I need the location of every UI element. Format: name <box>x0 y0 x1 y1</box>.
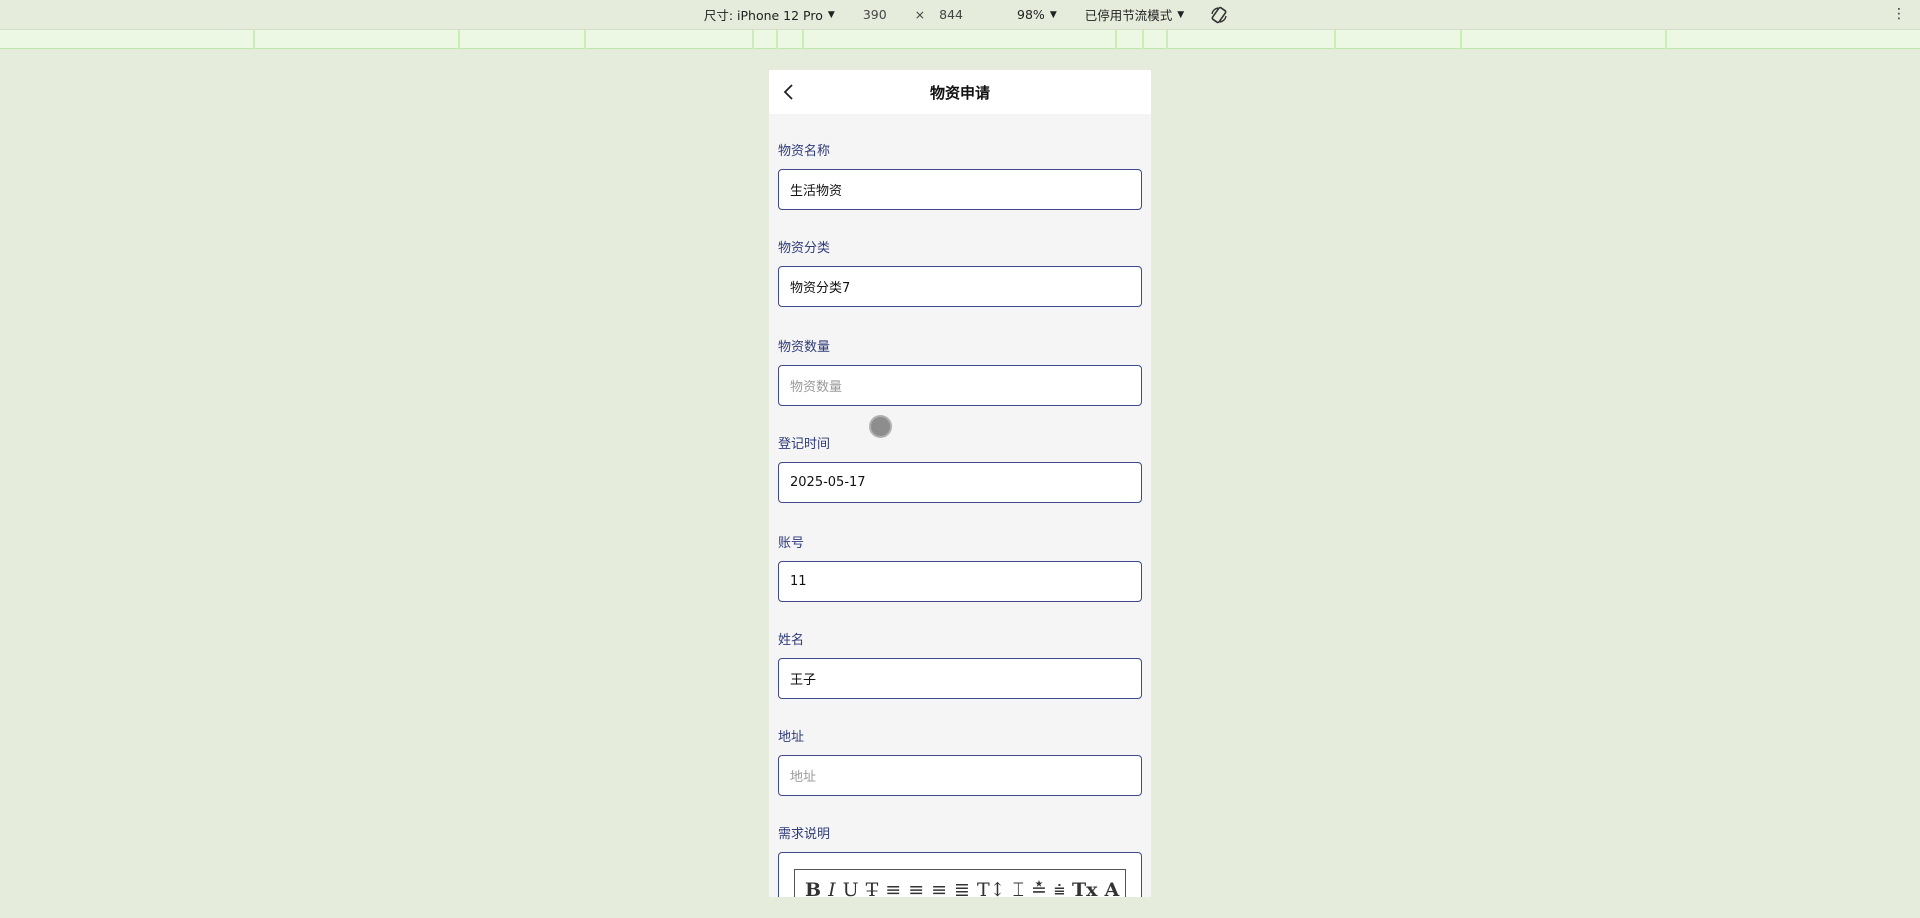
ruler-tick[interactable] <box>1166 30 1168 49</box>
ruler-tick[interactable] <box>1665 30 1667 49</box>
media-query-ruler <box>0 30 1920 49</box>
ruler-tick[interactable] <box>1142 30 1144 49</box>
caret-down-icon: ▼ <box>827 9 835 20</box>
touch-cursor-indicator <box>869 415 892 438</box>
toolbar-underline-button[interactable]: U <box>843 880 859 898</box>
field-label: 需求说明 <box>778 827 831 842</box>
toolbar-align-center-button[interactable]: ≡ <box>908 880 924 898</box>
toolbar-spacing-button[interactable]: ⩧ <box>1054 880 1065 898</box>
ruler-tick[interactable] <box>458 30 460 49</box>
material-quantity-input[interactable]: 物资数量 <box>778 365 1142 406</box>
back-button[interactable] <box>779 82 799 102</box>
field-label: 账号 <box>778 536 805 551</box>
device-select[interactable]: 尺寸: iPhone 12 Pro ▼ <box>704 5 835 24</box>
toolbar-align-right-button[interactable]: ≡ <box>931 880 947 898</box>
material-category-select[interactable]: 物资分类7 <box>778 266 1142 307</box>
toolbar-bold-button[interactable]: B <box>805 880 821 898</box>
field-label: 登记时间 <box>778 437 831 452</box>
viewport-width-input[interactable]: 390 <box>863 7 887 22</box>
toolbar-align-justify-button[interactable]: ≣ <box>954 880 970 898</box>
caret-down-icon: ▼ <box>1049 9 1057 20</box>
register-date-input[interactable]: 2025-05-17 <box>778 462 1142 503</box>
ruler-tick[interactable] <box>1115 30 1117 49</box>
material-name-input[interactable]: 生活物资 <box>778 169 1142 210</box>
throttle-label: 已停用节流模式 <box>1084 8 1173 23</box>
editor-toolbar: B I U T̶ ≡ ≡ ≡ ≣ T↕ ⌶ ≛ ⩧ Tx A <box>794 869 1126 897</box>
more-options-icon[interactable]: ⋮ <box>1892 6 1906 22</box>
ruler-tick[interactable] <box>253 30 255 49</box>
navbar: 物资申请 <box>769 70 1151 114</box>
caret-down-icon: ▼ <box>1177 9 1185 20</box>
devtools-device-toolbar: 尺寸: iPhone 12 Pro ▼ 390 × 844 98% ▼ 已停用节… <box>0 0 1920 30</box>
address-input[interactable]: 地址 <box>778 755 1142 796</box>
zoom-select[interactable]: 98% ▼ <box>1017 7 1057 22</box>
ruler-tick[interactable] <box>776 30 778 49</box>
ruler-tick[interactable] <box>752 30 754 49</box>
device-label: 尺寸: iPhone 12 Pro <box>703 8 823 23</box>
rotate-icon[interactable] <box>1208 4 1230 26</box>
throttle-select[interactable]: 已停用节流模式 ▼ <box>1085 5 1184 24</box>
ruler-tick[interactable] <box>802 30 804 49</box>
toolbar-font-color-button[interactable]: A <box>1104 880 1119 898</box>
ruler-tick[interactable] <box>1334 30 1336 49</box>
viewport-height-input[interactable]: 844 <box>939 7 963 22</box>
dimension-separator: × <box>914 7 926 22</box>
zoom-label: 98% <box>1017 7 1045 22</box>
field-label: 地址 <box>778 730 805 745</box>
toolbar-italic-button[interactable]: I <box>828 880 836 898</box>
ruler-tick[interactable] <box>1460 30 1462 49</box>
name-input[interactable]: 王子 <box>778 658 1142 699</box>
chevron-left-icon <box>783 84 793 100</box>
toolbar-font-size-button[interactable]: T↕ <box>977 880 1006 898</box>
field-label: 物资名称 <box>778 144 831 159</box>
field-label: 物资分类 <box>778 241 831 256</box>
toolbar-strikethrough-button[interactable]: T̶ <box>866 880 879 898</box>
toolbar-clear-format-button[interactable]: Tx <box>1072 880 1097 898</box>
toolbar-indent-button[interactable]: ≛ <box>1031 880 1047 898</box>
toolbar-line-height-button[interactable]: ⌶ <box>1013 880 1024 898</box>
page-title: 物资申请 <box>929 83 990 102</box>
account-input[interactable]: 11 <box>778 561 1142 602</box>
ruler-tick[interactable] <box>584 30 586 49</box>
requirement-editor[interactable]: B I U T̶ ≡ ≡ ≡ ≣ T↕ ⌶ ≛ ⩧ Tx A <box>778 852 1142 897</box>
toolbar-align-left-button[interactable]: ≡ <box>885 880 901 898</box>
field-label: 姓名 <box>778 633 805 648</box>
field-label: 物资数量 <box>778 340 831 355</box>
phone-viewport: 物资申请 物资名称 生活物资 物资分类 物资分类7 物资数量 物资数量 登记时间… <box>769 70 1151 897</box>
